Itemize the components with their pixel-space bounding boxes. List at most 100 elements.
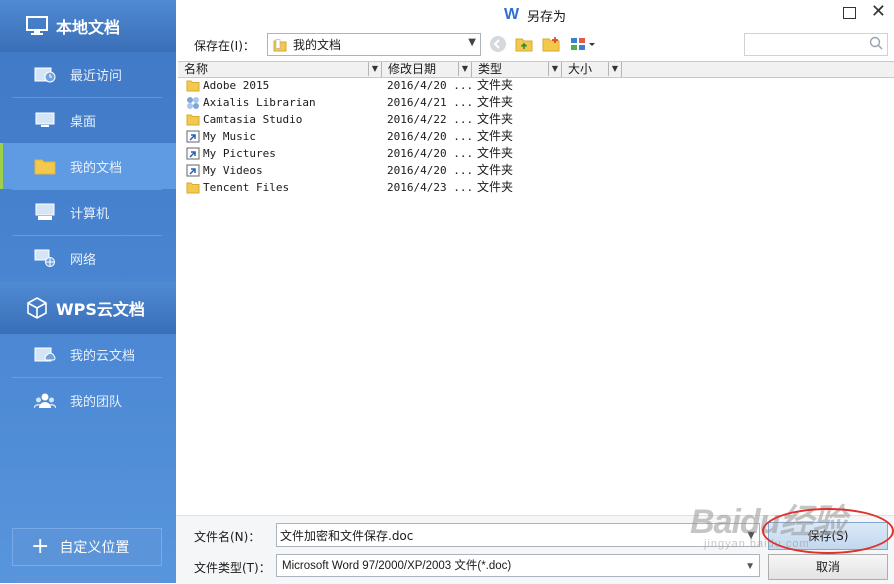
sidebar: 本地文档 最近访问 桌面 我的文档 计算机 网络 WPS云文档 我的云文档 我的…: [0, 0, 176, 583]
file-type: 文件夹: [477, 163, 514, 177]
maximize-icon[interactable]: [843, 7, 856, 19]
filename-value: 文件加密和文件保存.doc: [280, 529, 414, 543]
sidebar-item-my-team[interactable]: 我的团队: [0, 377, 176, 423]
list-item[interactable]: Axialis Librarian 2016/4/21 ... 文件夹: [184, 94, 884, 111]
file-name: My Music: [203, 130, 256, 143]
sidebar-item-label: 我的团队: [70, 394, 123, 410]
view-menu-icon[interactable]: [570, 35, 598, 53]
chevron-down-icon[interactable]: ▼: [458, 62, 471, 76]
chevron-down-icon: ▼: [468, 37, 476, 48]
column-label: 类型: [478, 62, 503, 76]
list-item[interactable]: My Music 2016/4/20 ... 文件夹: [184, 128, 884, 145]
watermark-brand: Baidu经验: [690, 503, 846, 541]
file-type: 文件夹: [477, 78, 514, 92]
up-folder-icon[interactable]: [514, 35, 534, 53]
close-icon[interactable]: ✕: [871, 3, 886, 21]
sidebar-item-recent[interactable]: 最近访问: [0, 51, 176, 97]
sidebar-item-label: 桌面: [70, 114, 97, 130]
column-label: 名称: [184, 62, 209, 76]
column-type[interactable]: 类型 ▼: [472, 62, 562, 77]
save-in-value: 我的文档: [293, 38, 342, 52]
computer-icon: [34, 202, 56, 222]
list-item[interactable]: Tencent Files 2016/4/23 ... 文件夹: [184, 179, 884, 196]
chevron-down-icon: ▼: [745, 561, 755, 572]
local-docs-title: 本地文档: [56, 18, 121, 37]
file-type: 文件夹: [477, 146, 514, 160]
column-header-row: 名称 ▼ 修改日期 ▼ 类型 ▼ 大小 ▼: [178, 61, 894, 78]
search-input[interactable]: [744, 33, 888, 56]
sidebar-item-label: 网络: [70, 252, 97, 268]
local-docs-header[interactable]: 本地文档: [0, 0, 176, 52]
filetype-label: 文件类型(T)：: [194, 561, 271, 575]
back-icon[interactable]: [488, 35, 508, 53]
file-type: 文件夹: [477, 95, 514, 109]
file-type: 文件夹: [477, 129, 514, 143]
shortcut-icon: [186, 147, 200, 160]
file-name: Axialis Librarian: [203, 96, 316, 109]
list-item[interactable]: My Pictures 2016/4/20 ... 文件夹: [184, 145, 884, 162]
chevron-down-icon[interactable]: ▼: [368, 62, 381, 76]
file-name: My Pictures: [203, 147, 276, 160]
search-icon: [869, 36, 883, 53]
title-bar: W 另存为 ✕: [176, 0, 894, 30]
file-name: My Videos: [203, 164, 263, 177]
list-item[interactable]: Adobe 2015 2016/4/20 ... 文件夹: [184, 77, 884, 94]
folder-icon: [273, 38, 287, 51]
baidu-watermark: Baidu经验 jingyan.baidu.com: [690, 494, 846, 550]
watermark-url: jingyan.baidu.com: [704, 538, 810, 550]
save-in-label: 保存在(I)：: [194, 39, 255, 53]
desktop-icon: [34, 110, 56, 130]
filename-input[interactable]: 文件加密和文件保存.doc ▼: [276, 523, 760, 547]
toolbar: 保存在(I)： 我的文档 ▼: [176, 30, 894, 60]
dialog-title: 另存为: [527, 9, 567, 25]
custom-location-button[interactable]: + 自定义位置: [12, 528, 162, 566]
file-list: 名称 ▼ 修改日期 ▼ 类型 ▼ 大小 ▼ Adobe 2015 2016/4/…: [178, 61, 894, 511]
column-name[interactable]: 名称 ▼: [178, 62, 382, 77]
sidebar-bottom-strip: [12, 576, 160, 583]
sidebar-item-desktop[interactable]: 桌面: [0, 97, 176, 143]
team-icon: [34, 390, 56, 410]
list-item[interactable]: Camtasia Studio 2016/4/22 ... 文件夹: [184, 111, 884, 128]
recent-folder-icon: [34, 64, 56, 84]
wps-cloud-header[interactable]: WPS云文档: [0, 282, 176, 334]
sidebar-item-label: 计算机: [70, 206, 110, 222]
chevron-down-icon[interactable]: ▼: [548, 62, 561, 76]
wps-logo-icon: W: [503, 6, 520, 23]
cancel-button[interactable]: 取消: [768, 554, 888, 580]
sidebar-item-label: 我的文档: [70, 160, 123, 176]
cloud-folder-icon: [34, 344, 56, 364]
sidebar-item-network[interactable]: 网络: [0, 235, 176, 281]
column-label: 大小: [568, 62, 593, 76]
filetype-select[interactable]: Microsoft Word 97/2000/XP/2003 文件(*.doc)…: [276, 554, 760, 577]
chevron-down-icon[interactable]: ▼: [608, 62, 621, 76]
folder-icon: [186, 113, 200, 126]
save-in-dropdown[interactable]: 我的文档 ▼: [267, 33, 481, 56]
file-date: 2016/4/20 ...: [387, 164, 474, 177]
file-type: 文件夹: [477, 112, 514, 126]
file-date: 2016/4/22 ...: [387, 113, 474, 126]
shortcut-icon: [186, 164, 200, 177]
network-icon: [34, 248, 56, 268]
wps-cloud-title: WPS云文档: [56, 300, 145, 319]
file-name: Adobe 2015: [203, 79, 270, 92]
new-folder-icon[interactable]: [541, 35, 561, 53]
monitor-icon: [26, 15, 48, 37]
file-name: Camtasia Studio: [203, 113, 303, 126]
column-label: 修改日期: [388, 62, 437, 76]
column-modified[interactable]: 修改日期 ▼: [382, 62, 472, 77]
sidebar-item-my-cloud-docs[interactable]: 我的云文档: [0, 331, 176, 377]
plus-icon: +: [31, 534, 50, 559]
file-date: 2016/4/20 ...: [387, 130, 474, 143]
filetype-value: Microsoft Word 97/2000/XP/2003 文件(*.doc): [282, 560, 512, 572]
column-size[interactable]: 大小 ▼: [562, 62, 622, 77]
sidebar-item-label: 我的云文档: [70, 348, 136, 364]
file-name: Tencent Files: [203, 181, 290, 194]
folder-icon: [34, 156, 56, 176]
file-type: 文件夹: [477, 180, 514, 194]
sidebar-item-computer[interactable]: 计算机: [0, 189, 176, 235]
custom-location-label: 自定义位置: [59, 540, 130, 556]
list-item[interactable]: My Videos 2016/4/20 ... 文件夹: [184, 162, 884, 179]
file-date: 2016/4/21 ...: [387, 96, 474, 109]
cube-icon: [26, 297, 48, 319]
sidebar-item-my-documents[interactable]: 我的文档: [0, 143, 176, 189]
